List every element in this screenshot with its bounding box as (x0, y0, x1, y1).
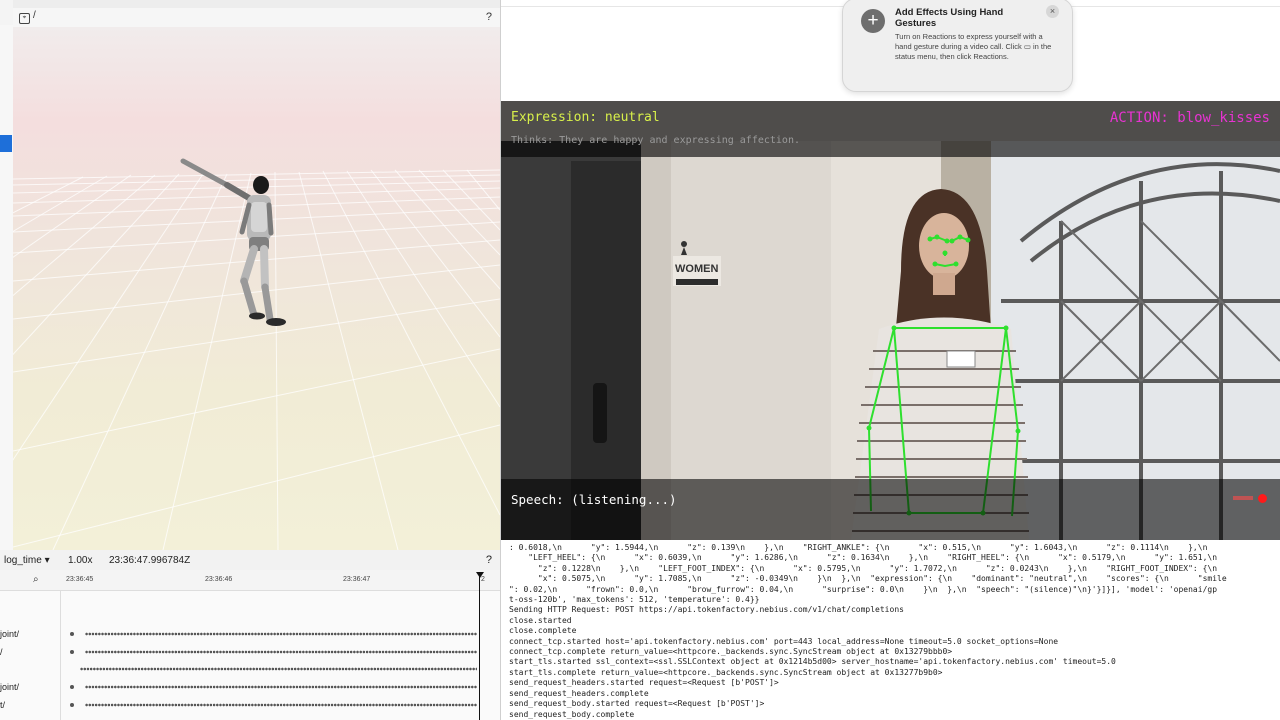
terminal-lines: : 0.6018,\n "y": 1.5944,\n "z": 0.139\n … (509, 543, 1275, 720)
add-effects-icon: + (861, 9, 885, 33)
playback-speed[interactable]: 1.00x (68, 555, 92, 566)
timeline-events-row[interactable] (85, 685, 477, 689)
event-dot[interactable] (70, 685, 74, 689)
timeline-events-row[interactable] (85, 650, 477, 654)
entity-sidebar[interactable] (0, 25, 14, 550)
time-tick: 23:36:47 (343, 576, 371, 583)
expression-label: Expression: neutral (511, 110, 660, 125)
audio-level-bar (1233, 496, 1253, 500)
time-tick: 23:36:46 (205, 576, 233, 583)
terminal-line: "LEFT_HEEL": {\n "x": 0.6039,\n "y": 1.6… (509, 553, 1218, 563)
terminal-line: send_request_body.complete (509, 709, 635, 719)
view-tab-bar: ⌖ / ? (13, 8, 500, 28)
recording-indicator-icon (1258, 494, 1267, 503)
close-icon[interactable]: × (1046, 5, 1059, 18)
timeline-panel: log_time ▾ 1.00x 23:36:47.996784Z ? ⌕ 23… (0, 550, 500, 720)
terminal-line: : 0.6018,\n "y": 1.5944,\n "z": 0.139\n … (509, 543, 1208, 552)
event-dot[interactable] (70, 703, 74, 707)
timeline-help-icon[interactable]: ? (486, 554, 492, 566)
terminal-line: start_tls.complete return_value=<httpcor… (509, 667, 943, 677)
action-label: ACTION: blow_kisses (1109, 110, 1270, 126)
time-ruler[interactable]: ⌕ 23:36:45 23:36:46 23:36:47 2 (0, 570, 500, 591)
terminal-line: send_request_body.started request=<Reque… (509, 699, 765, 709)
terminal-line: ": 0.02,\n "frown": 0.0,\n "brow_furrow"… (509, 584, 1218, 594)
notification-body: Turn on Reactions to express yourself wi… (895, 32, 1052, 62)
3d-scene[interactable] (13, 27, 500, 550)
terminal-line: connect_tcp.complete return_value=<httpc… (509, 647, 953, 657)
terminal-line: send_request_headers.complete (509, 688, 649, 698)
playhead-marker[interactable] (476, 572, 484, 578)
timeline-selector[interactable]: log_time ▾ (4, 555, 50, 566)
time-tick: 23:36:45 (66, 576, 94, 583)
terminal-line: start_tls.started ssl_context=<ssl.SSLCo… (509, 657, 1116, 667)
hud-top-overlay: Expression: neutral ACTION: blow_kisses … (501, 101, 1280, 157)
terminal-log[interactable]: : 0.6018,\n "y": 1.5944,\n "z": 0.139\n … (501, 540, 1280, 720)
event-dot[interactable] (70, 632, 74, 636)
camera-feed: WOMEN Expression: neutral ACTION: blow_k… (501, 101, 1280, 540)
current-time[interactable]: 23:36:47.996784Z (109, 555, 190, 566)
women-sign: WOMEN (675, 263, 718, 275)
help-icon[interactable]: ? (486, 11, 492, 23)
timeline-events-row[interactable] (85, 703, 477, 707)
3d-viewer-panel: ⌖ / ? log_time ▾ 1.00x 23:36:47.996784Z … (0, 0, 500, 720)
terminal-line: "z": 0.1228\n },\n "LEFT_FOOT_INDEX": {\… (509, 563, 1218, 573)
timeline-controls: log_time ▾ 1.00x 23:36:47.996784Z ? (0, 550, 500, 570)
sidebar-selected-item[interactable] (0, 135, 12, 152)
terminal-line: connect_tcp.started host='api.tokenfacto… (509, 636, 1059, 646)
hud-bottom-overlay: Speech: (listening...) (501, 479, 1280, 540)
notification-title: Add Effects Using Hand Gestures (895, 7, 1004, 29)
playhead-line (479, 576, 480, 720)
terminal-line: "x": 0.5075,\n "y": 1.7085,\n "z": -0.03… (509, 574, 1227, 584)
viewer-top-strip (13, 0, 500, 8)
browser-area: + Add Effects Using Hand Gestures Turn o… (501, 0, 1280, 101)
speech-label: Speech: (listening...) (511, 492, 677, 507)
terminal-line: send_request_headers.started request=<Re… (509, 678, 779, 688)
timeline-events-row[interactable] (85, 632, 477, 636)
3d-view-icon: ⌖ (19, 13, 30, 24)
timeline-events-row[interactable] (80, 667, 477, 671)
timeline-row-names: joint/ / joint/ t/ (0, 590, 61, 720)
terminal-line: t-oss-120b', 'max_tokens': 512, 'tempera… (509, 595, 760, 605)
timeline-row-name[interactable]: t/ (0, 700, 5, 710)
view-tab-label: / (33, 10, 36, 21)
thinks-label: Thinks: They are happy and expressing af… (511, 135, 800, 146)
timeline-row-name[interactable]: / (0, 647, 3, 657)
terminal-line: close.started (509, 615, 572, 625)
timeline-row-name[interactable]: joint/ (0, 629, 19, 639)
search-icon[interactable]: ⌕ (33, 574, 39, 585)
camera-scene: WOMEN (501, 141, 1280, 540)
view-tab[interactable]: ⌖ / (19, 10, 36, 24)
terminal-line: close.complete (509, 626, 577, 636)
reactions-notification[interactable]: + Add Effects Using Hand Gestures Turn o… (842, 0, 1073, 92)
timeline-row-name[interactable]: joint/ (0, 682, 19, 692)
terminal-line: Sending HTTP Request: POST https://api.t… (509, 605, 904, 615)
ground-grid (13, 158, 500, 550)
event-dot[interactable] (70, 650, 74, 654)
